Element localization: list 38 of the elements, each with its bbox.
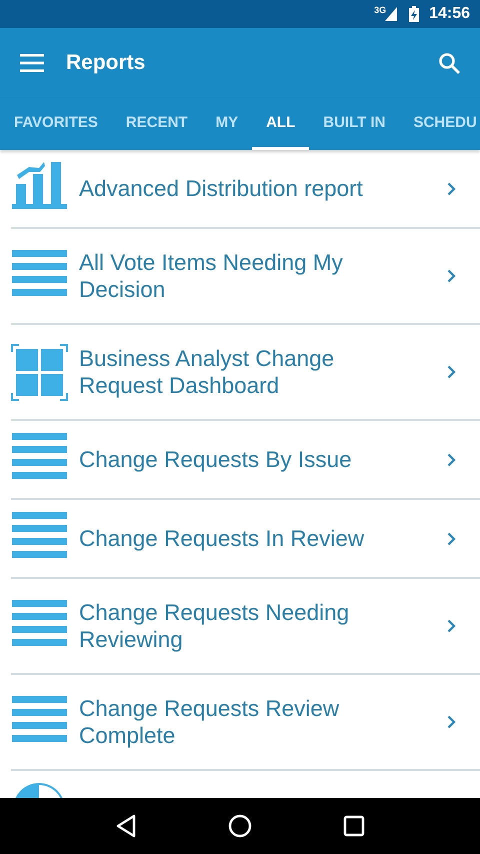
chevron-right-icon	[447, 532, 456, 546]
recent-apps-icon[interactable]	[342, 815, 365, 837]
report-item[interactable]: Change Requests By Issue	[11, 421, 480, 500]
chevron-right-icon	[447, 182, 456, 196]
back-icon[interactable]	[115, 814, 138, 838]
tab[interactable]: FAVORITES	[0, 98, 112, 150]
report-title: Change Requests Review Complete	[79, 695, 340, 750]
search-icon[interactable]	[438, 52, 460, 74]
tab[interactable]: ALL	[252, 98, 310, 150]
report-item[interactable]: Business Analyst Change Request Dashboard	[11, 325, 480, 421]
clock: 14:56	[429, 5, 470, 23]
tab[interactable]: SCHEDU	[399, 98, 480, 150]
tab[interactable]: RECENT	[112, 98, 202, 150]
report-item[interactable]: Change Requests In Review	[11, 500, 480, 579]
screen-title: Reports	[66, 51, 146, 75]
battery-icon	[409, 6, 420, 22]
report-title: Change Requests By Issue	[79, 446, 353, 474]
report-item[interactable]: Advanced Distribution report	[11, 150, 480, 229]
report-title: Change Requests In Review	[79, 525, 366, 553]
chevron-right-icon	[447, 452, 456, 466]
report-item[interactable]: All Vote Items Needing My Decision	[11, 229, 480, 325]
home-icon[interactable]	[228, 814, 252, 838]
chevron-right-icon	[447, 269, 456, 283]
chevron-right-icon	[447, 619, 456, 633]
report-title: Change Requests Needing Reviewing	[79, 599, 350, 654]
chevron-right-icon	[447, 715, 456, 729]
menu-icon[interactable]	[20, 54, 44, 72]
network-label: 3G	[374, 5, 386, 15]
tab[interactable]: BUILT IN	[309, 98, 400, 150]
report-item[interactable]: Change Requests Review Complete	[11, 675, 480, 771]
grid-icon	[11, 344, 68, 400]
signal-icon	[385, 7, 398, 21]
report-title: Advanced Distribution report	[79, 175, 364, 203]
report-title: All Vote Items Needing My Decision	[79, 249, 344, 304]
chevron-right-icon	[447, 365, 456, 379]
report-item[interactable]: Change Requests Needing Reviewing	[11, 579, 480, 675]
tab[interactable]: MY	[202, 98, 252, 150]
report-title: Business Analyst Change Request Dashboard	[79, 345, 336, 400]
